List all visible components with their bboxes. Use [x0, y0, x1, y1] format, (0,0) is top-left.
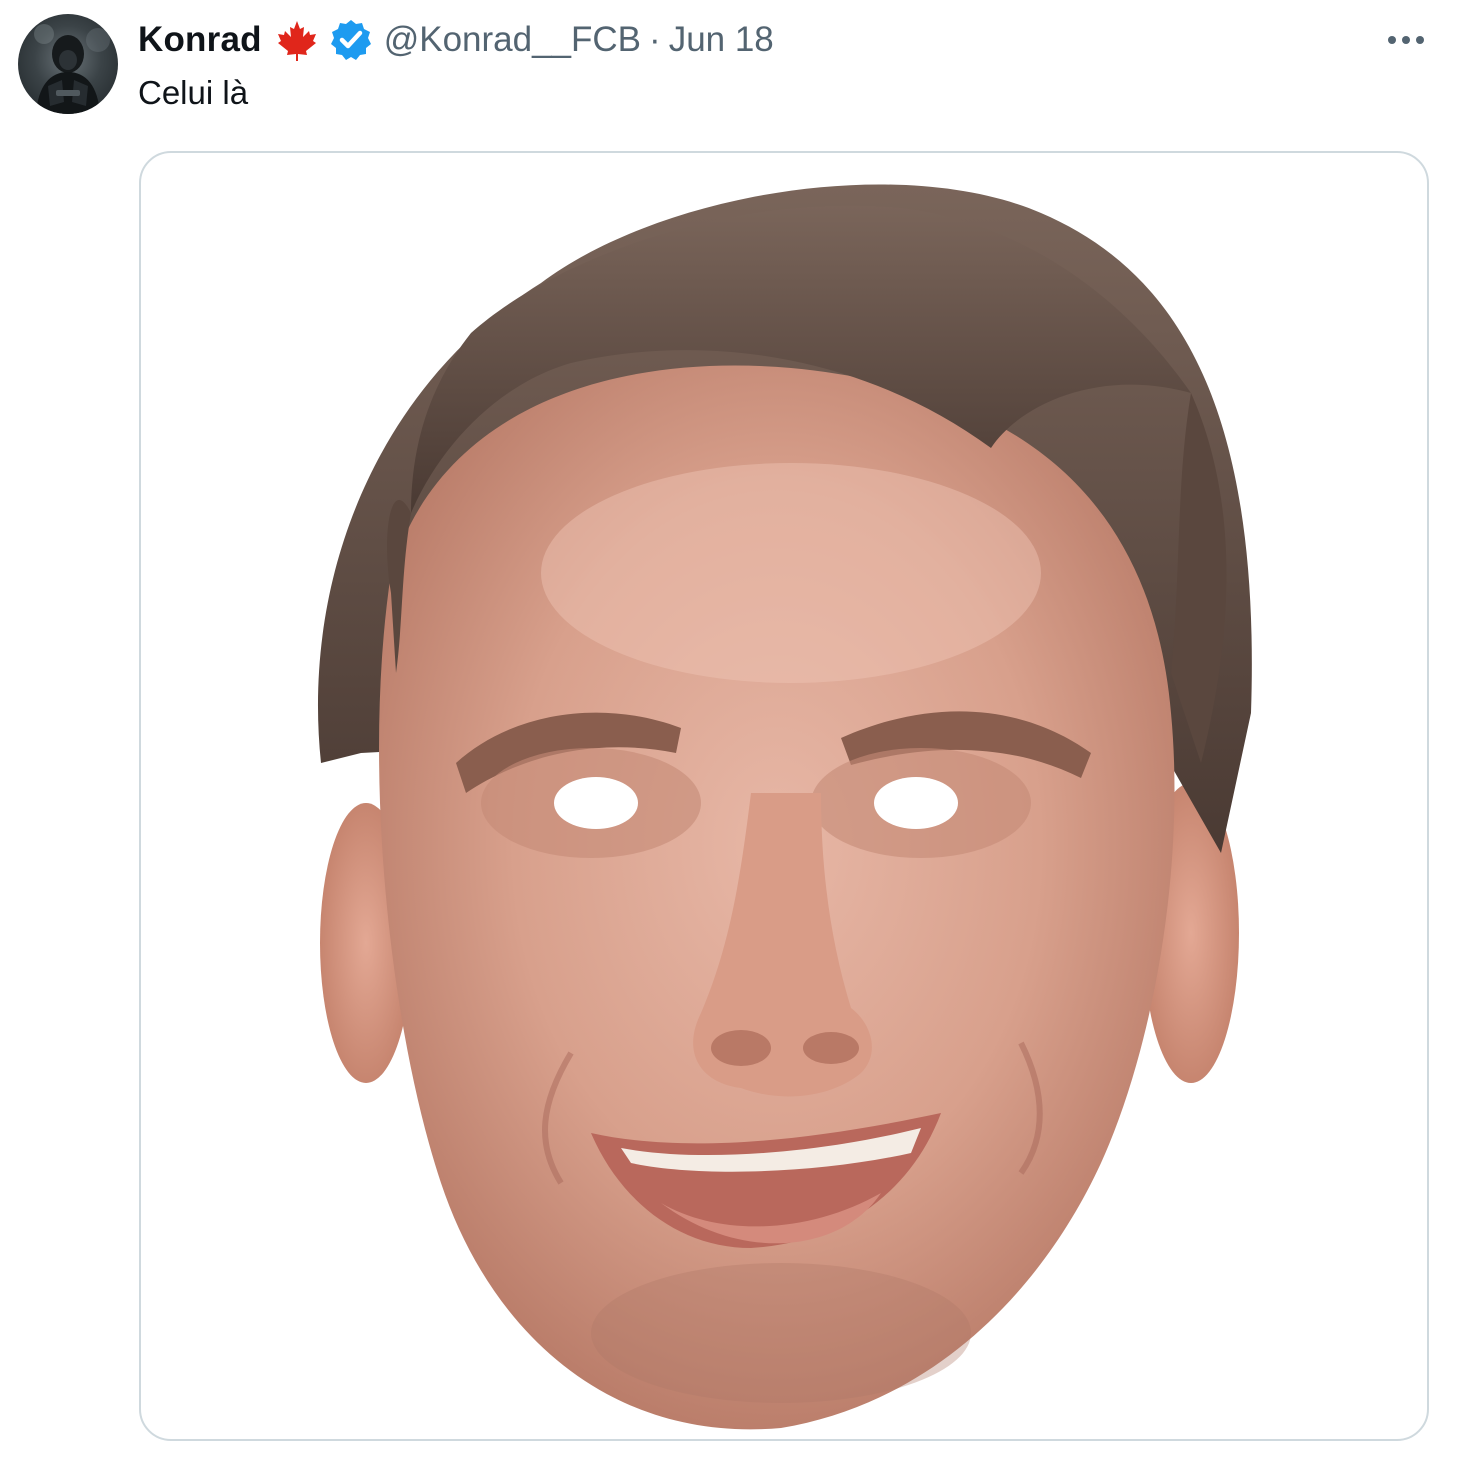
- timestamp[interactable]: Jun 18: [669, 20, 774, 60]
- separator-dot: ·: [649, 20, 661, 59]
- user-handle[interactable]: @Konrad__FCB: [384, 20, 641, 60]
- tweet-text: Celui là: [138, 74, 249, 111]
- mask-image: [317, 184, 1252, 1430]
- avatar-image: [34, 24, 110, 114]
- more-horizontal-icon: [1388, 36, 1424, 44]
- tweet-header: Konrad @Konrad__FCB · Jun 18: [138, 14, 774, 66]
- avatar[interactable]: [18, 14, 118, 114]
- display-name[interactable]: Konrad: [138, 20, 262, 60]
- tweet-card[interactable]: Konrad @Konrad__FCB · Jun 18 Celui là: [0, 0, 1460, 1460]
- maple-leaf-icon: [274, 17, 320, 63]
- more-options-button[interactable]: [1376, 18, 1436, 62]
- tweet-media[interactable]: [139, 151, 1429, 1441]
- verified-badge-icon[interactable]: [328, 17, 374, 63]
